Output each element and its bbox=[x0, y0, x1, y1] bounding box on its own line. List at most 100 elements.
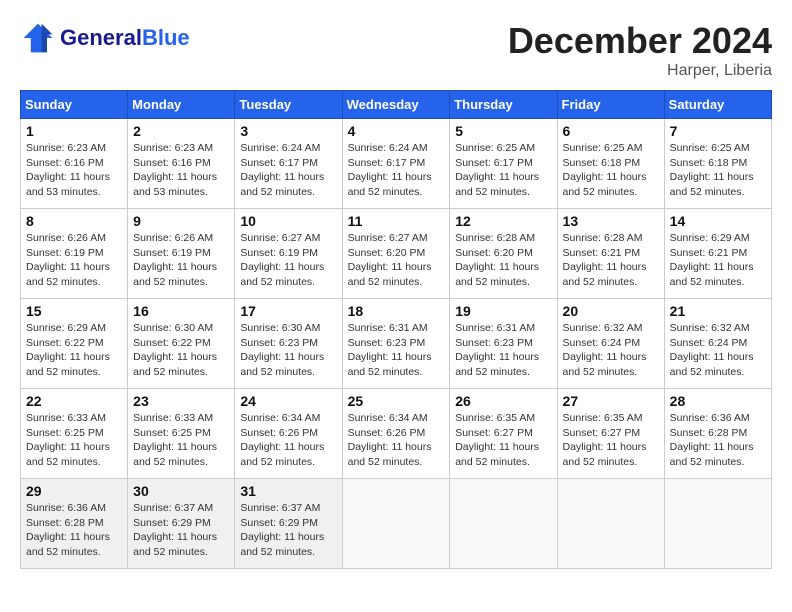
day-info: Sunrise: 6:34 AM Sunset: 6:26 PM Dayligh… bbox=[240, 411, 336, 470]
table-row: 22 Sunrise: 6:33 AM Sunset: 6:25 PM Dayl… bbox=[21, 389, 128, 479]
day-number: 4 bbox=[348, 123, 445, 139]
day-number: 29 bbox=[26, 483, 122, 499]
table-row: 7 Sunrise: 6:25 AM Sunset: 6:18 PM Dayli… bbox=[664, 119, 771, 209]
calendar: Sunday Monday Tuesday Wednesday Thursday… bbox=[20, 90, 772, 569]
day-info: Sunrise: 6:27 AM Sunset: 6:20 PM Dayligh… bbox=[348, 231, 445, 290]
day-info: Sunrise: 6:25 AM Sunset: 6:17 PM Dayligh… bbox=[455, 141, 551, 200]
day-number: 6 bbox=[563, 123, 659, 139]
day-number: 16 bbox=[133, 303, 229, 319]
day-number: 23 bbox=[133, 393, 229, 409]
col-monday: Monday bbox=[128, 91, 235, 119]
day-number: 24 bbox=[240, 393, 336, 409]
day-number: 20 bbox=[563, 303, 659, 319]
table-row: 10 Sunrise: 6:27 AM Sunset: 6:19 PM Dayl… bbox=[235, 209, 342, 299]
table-row: 3 Sunrise: 6:24 AM Sunset: 6:17 PM Dayli… bbox=[235, 119, 342, 209]
day-info: Sunrise: 6:24 AM Sunset: 6:17 PM Dayligh… bbox=[348, 141, 445, 200]
day-number: 3 bbox=[240, 123, 336, 139]
day-number: 18 bbox=[348, 303, 445, 319]
table-row: 12 Sunrise: 6:28 AM Sunset: 6:20 PM Dayl… bbox=[450, 209, 557, 299]
day-info: Sunrise: 6:28 AM Sunset: 6:20 PM Dayligh… bbox=[455, 231, 551, 290]
day-info: Sunrise: 6:32 AM Sunset: 6:24 PM Dayligh… bbox=[670, 321, 766, 380]
location: Harper, Liberia bbox=[508, 62, 772, 80]
calendar-week-row: 22 Sunrise: 6:33 AM Sunset: 6:25 PM Dayl… bbox=[21, 389, 772, 479]
calendar-week-row: 8 Sunrise: 6:26 AM Sunset: 6:19 PM Dayli… bbox=[21, 209, 772, 299]
col-thursday: Thursday bbox=[450, 91, 557, 119]
day-number: 2 bbox=[133, 123, 229, 139]
calendar-week-row: 29 Sunrise: 6:36 AM Sunset: 6:28 PM Dayl… bbox=[21, 479, 772, 569]
table-row: 28 Sunrise: 6:36 AM Sunset: 6:28 PM Dayl… bbox=[664, 389, 771, 479]
day-number: 27 bbox=[563, 393, 659, 409]
day-number: 26 bbox=[455, 393, 551, 409]
calendar-week-row: 15 Sunrise: 6:29 AM Sunset: 6:22 PM Dayl… bbox=[21, 299, 772, 389]
col-saturday: Saturday bbox=[664, 91, 771, 119]
day-info: Sunrise: 6:35 AM Sunset: 6:27 PM Dayligh… bbox=[563, 411, 659, 470]
col-sunday: Sunday bbox=[21, 91, 128, 119]
day-number: 30 bbox=[133, 483, 229, 499]
table-row: 2 Sunrise: 6:23 AM Sunset: 6:16 PM Dayli… bbox=[128, 119, 235, 209]
day-number: 17 bbox=[240, 303, 336, 319]
day-number: 11 bbox=[348, 213, 445, 229]
logo-general: General bbox=[60, 25, 142, 50]
day-info: Sunrise: 6:24 AM Sunset: 6:17 PM Dayligh… bbox=[240, 141, 336, 200]
table-row: 5 Sunrise: 6:25 AM Sunset: 6:17 PM Dayli… bbox=[450, 119, 557, 209]
table-row: 21 Sunrise: 6:32 AM Sunset: 6:24 PM Dayl… bbox=[664, 299, 771, 389]
table-row bbox=[664, 479, 771, 569]
day-number: 15 bbox=[26, 303, 122, 319]
table-row: 15 Sunrise: 6:29 AM Sunset: 6:22 PM Dayl… bbox=[21, 299, 128, 389]
logo-icon bbox=[20, 20, 56, 56]
day-number: 31 bbox=[240, 483, 336, 499]
table-row: 4 Sunrise: 6:24 AM Sunset: 6:17 PM Dayli… bbox=[342, 119, 450, 209]
table-row: 6 Sunrise: 6:25 AM Sunset: 6:18 PM Dayli… bbox=[557, 119, 664, 209]
table-row: 27 Sunrise: 6:35 AM Sunset: 6:27 PM Dayl… bbox=[557, 389, 664, 479]
day-number: 8 bbox=[26, 213, 122, 229]
day-info: Sunrise: 6:37 AM Sunset: 6:29 PM Dayligh… bbox=[133, 501, 229, 560]
day-info: Sunrise: 6:32 AM Sunset: 6:24 PM Dayligh… bbox=[563, 321, 659, 380]
table-row: 18 Sunrise: 6:31 AM Sunset: 6:23 PM Dayl… bbox=[342, 299, 450, 389]
day-info: Sunrise: 6:26 AM Sunset: 6:19 PM Dayligh… bbox=[26, 231, 122, 290]
table-row bbox=[342, 479, 450, 569]
table-row: 14 Sunrise: 6:29 AM Sunset: 6:21 PM Dayl… bbox=[664, 209, 771, 299]
table-row: 31 Sunrise: 6:37 AM Sunset: 6:29 PM Dayl… bbox=[235, 479, 342, 569]
day-number: 5 bbox=[455, 123, 551, 139]
day-info: Sunrise: 6:23 AM Sunset: 6:16 PM Dayligh… bbox=[133, 141, 229, 200]
table-row: 30 Sunrise: 6:37 AM Sunset: 6:29 PM Dayl… bbox=[128, 479, 235, 569]
day-info: Sunrise: 6:23 AM Sunset: 6:16 PM Dayligh… bbox=[26, 141, 122, 200]
calendar-header-row: Sunday Monday Tuesday Wednesday Thursday… bbox=[21, 91, 772, 119]
table-row: 9 Sunrise: 6:26 AM Sunset: 6:19 PM Dayli… bbox=[128, 209, 235, 299]
day-number: 1 bbox=[26, 123, 122, 139]
calendar-week-row: 1 Sunrise: 6:23 AM Sunset: 6:16 PM Dayli… bbox=[21, 119, 772, 209]
logo-blue: Blue bbox=[142, 25, 190, 50]
day-number: 13 bbox=[563, 213, 659, 229]
day-info: Sunrise: 6:30 AM Sunset: 6:23 PM Dayligh… bbox=[240, 321, 336, 380]
day-info: Sunrise: 6:35 AM Sunset: 6:27 PM Dayligh… bbox=[455, 411, 551, 470]
day-info: Sunrise: 6:27 AM Sunset: 6:19 PM Dayligh… bbox=[240, 231, 336, 290]
table-row: 11 Sunrise: 6:27 AM Sunset: 6:20 PM Dayl… bbox=[342, 209, 450, 299]
day-number: 7 bbox=[670, 123, 766, 139]
day-info: Sunrise: 6:34 AM Sunset: 6:26 PM Dayligh… bbox=[348, 411, 445, 470]
day-info: Sunrise: 6:33 AM Sunset: 6:25 PM Dayligh… bbox=[26, 411, 122, 470]
table-row: 26 Sunrise: 6:35 AM Sunset: 6:27 PM Dayl… bbox=[450, 389, 557, 479]
day-info: Sunrise: 6:31 AM Sunset: 6:23 PM Dayligh… bbox=[348, 321, 445, 380]
header: GeneralBlue December 2024 Harper, Liberi… bbox=[20, 20, 772, 80]
table-row bbox=[557, 479, 664, 569]
day-info: Sunrise: 6:30 AM Sunset: 6:22 PM Dayligh… bbox=[133, 321, 229, 380]
day-number: 21 bbox=[670, 303, 766, 319]
day-number: 19 bbox=[455, 303, 551, 319]
day-info: Sunrise: 6:29 AM Sunset: 6:22 PM Dayligh… bbox=[26, 321, 122, 380]
table-row: 29 Sunrise: 6:36 AM Sunset: 6:28 PM Dayl… bbox=[21, 479, 128, 569]
table-row: 20 Sunrise: 6:32 AM Sunset: 6:24 PM Dayl… bbox=[557, 299, 664, 389]
day-info: Sunrise: 6:25 AM Sunset: 6:18 PM Dayligh… bbox=[670, 141, 766, 200]
day-number: 12 bbox=[455, 213, 551, 229]
table-row: 16 Sunrise: 6:30 AM Sunset: 6:22 PM Dayl… bbox=[128, 299, 235, 389]
table-row: 17 Sunrise: 6:30 AM Sunset: 6:23 PM Dayl… bbox=[235, 299, 342, 389]
day-info: Sunrise: 6:29 AM Sunset: 6:21 PM Dayligh… bbox=[670, 231, 766, 290]
table-row: 25 Sunrise: 6:34 AM Sunset: 6:26 PM Dayl… bbox=[342, 389, 450, 479]
day-info: Sunrise: 6:36 AM Sunset: 6:28 PM Dayligh… bbox=[26, 501, 122, 560]
table-row: 8 Sunrise: 6:26 AM Sunset: 6:19 PM Dayli… bbox=[21, 209, 128, 299]
day-info: Sunrise: 6:26 AM Sunset: 6:19 PM Dayligh… bbox=[133, 231, 229, 290]
calendar-body: 1 Sunrise: 6:23 AM Sunset: 6:16 PM Dayli… bbox=[21, 119, 772, 569]
table-row: 24 Sunrise: 6:34 AM Sunset: 6:26 PM Dayl… bbox=[235, 389, 342, 479]
day-number: 22 bbox=[26, 393, 122, 409]
day-number: 9 bbox=[133, 213, 229, 229]
col-friday: Friday bbox=[557, 91, 664, 119]
